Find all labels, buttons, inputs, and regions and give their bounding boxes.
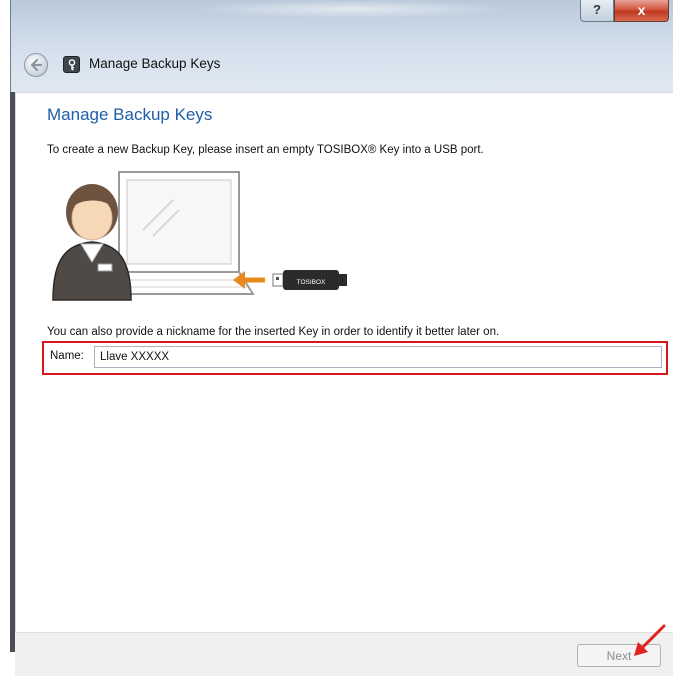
red-pointer-arrow-icon	[634, 624, 666, 656]
title-bar	[10, 0, 673, 92]
title-bar-glow	[191, 0, 511, 18]
name-input[interactable]	[94, 346, 662, 368]
close-button[interactable]: x	[614, 0, 669, 22]
key-icon	[63, 56, 80, 73]
back-button[interactable]	[24, 53, 48, 77]
insert-key-illustration: TOSIBOX	[52, 171, 347, 301]
page-title: Manage Backup Keys	[47, 105, 213, 124]
window-title: Manage Backup Keys	[89, 56, 221, 71]
name-label: Name:	[50, 350, 84, 362]
instruction-text: To create a new Backup Key, please inser…	[47, 144, 484, 156]
help-button[interactable]: ?	[580, 0, 614, 22]
footer-bar	[15, 632, 673, 676]
nickname-hint: You can also provide a nickname for the …	[47, 326, 500, 338]
usb-key-icon: TOSIBOX	[272, 270, 347, 290]
usb-label: TOSIBOX	[297, 279, 326, 286]
back-arrow-icon	[30, 58, 43, 72]
